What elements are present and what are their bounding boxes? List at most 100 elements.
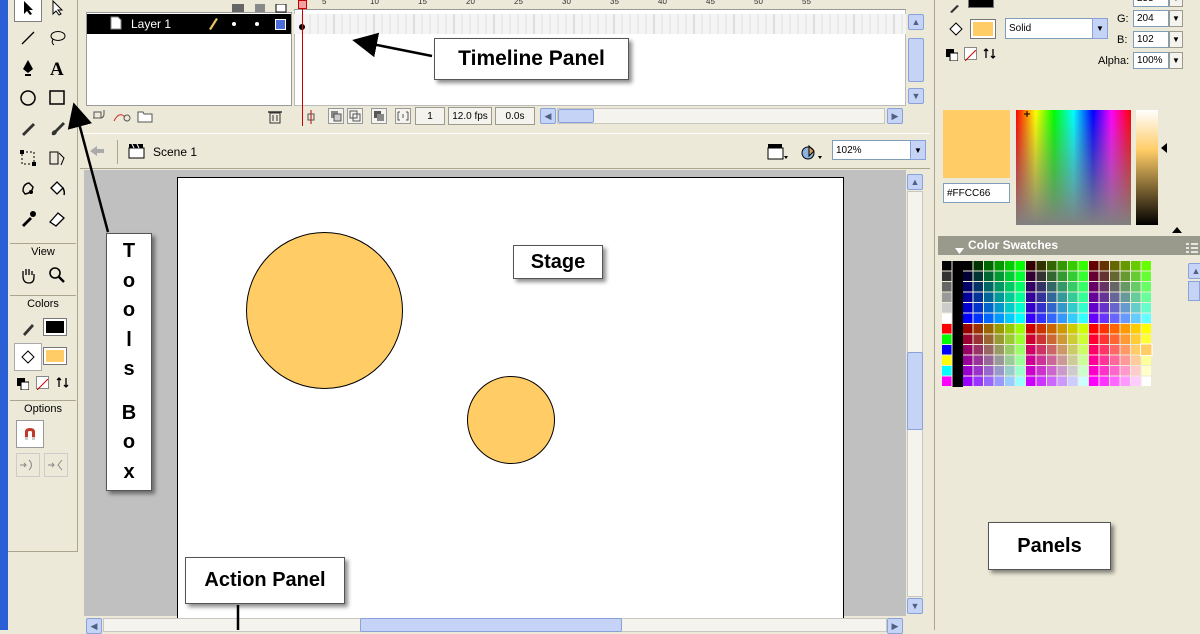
alpha-value-arrow[interactable]: ▼ [1169, 52, 1183, 69]
mixer-fill-swatch[interactable] [970, 19, 996, 39]
mixer-swap-colors-icon[interactable] [983, 47, 996, 60]
hex-color-field[interactable]: #FFCC66 [943, 183, 1010, 203]
panels-callout: Panels [988, 522, 1111, 570]
onion-skin-icon[interactable] [328, 108, 344, 124]
line-tool-icon[interactable] [14, 24, 42, 52]
stage-scroll-left[interactable]: ◀ [86, 618, 102, 634]
mixer-stroke-swatch[interactable] [968, 0, 994, 8]
fill-type-arrow[interactable]: ▼ [1092, 18, 1108, 39]
swatches-scroll-thumb[interactable] [1188, 281, 1200, 301]
tools-box-letter: x [123, 460, 135, 483]
smooth-option-icon[interactable] [16, 453, 40, 477]
left-window-edge [0, 0, 8, 630]
frame-rate-display[interactable]: 12.0 fps [448, 107, 492, 125]
ink-bottle-tool-icon[interactable] [14, 174, 42, 202]
timeline-hscroll-left[interactable]: ◀ [540, 108, 556, 124]
frame-ruler-label: 35 [610, 0, 619, 6]
current-frame-display: 1 [415, 107, 445, 125]
swatches-collapse-icon[interactable] [955, 242, 964, 254]
modify-markers-icon[interactable] [395, 108, 411, 124]
stroke-color-swatch[interactable] [43, 318, 67, 336]
no-color-icon[interactable] [36, 376, 49, 391]
center-frame-icon[interactable] [305, 110, 317, 124]
eraser-tool-icon[interactable] [43, 204, 71, 232]
insert-folder-icon[interactable] [137, 109, 153, 123]
timeline-hscroll-right[interactable]: ▶ [887, 108, 903, 124]
swatch-grid[interactable] [942, 261, 1167, 389]
large-circle-shape[interactable] [246, 232, 403, 389]
timeline-scroll-up[interactable]: ▲ [908, 14, 924, 30]
small-circle-shape[interactable] [467, 376, 555, 464]
red-value-field[interactable]: 255 [1133, 0, 1169, 7]
swatches-options-icon[interactable] [1186, 240, 1198, 253]
layer-outline-color[interactable] [275, 19, 286, 30]
fill-transform-tool-icon[interactable] [43, 144, 71, 172]
stage-scroll-right[interactable]: ▶ [887, 618, 903, 634]
brush-tool-icon[interactable] [43, 114, 71, 142]
rectangle-tool-icon[interactable] [43, 84, 71, 112]
arrow-tool-icon[interactable] [14, 0, 42, 22]
fill-color-swatch[interactable] [43, 347, 67, 365]
red-value-arrow[interactable]: ▼ [1169, 0, 1183, 7]
stage-vscroll-thumb[interactable] [907, 352, 923, 430]
brightness-slider[interactable] [1136, 110, 1158, 225]
mixer-no-color-icon[interactable] [964, 47, 977, 62]
lasso-tool-icon[interactable] [43, 24, 71, 52]
tools-box-letter: s [123, 357, 135, 380]
green-value-arrow[interactable]: ▼ [1169, 10, 1183, 27]
swatches-scroll-up[interactable]: ▲ [1188, 263, 1200, 279]
swatches-title: Color Swatches [968, 238, 1059, 252]
layer-visibility-dot[interactable] [232, 22, 236, 26]
blue-value-arrow[interactable]: ▼ [1169, 31, 1183, 48]
timeline-scrollbar-thumb[interactable] [908, 38, 924, 82]
layer-lock-dot[interactable] [255, 22, 259, 26]
hand-tool-icon[interactable] [14, 261, 42, 289]
eyedropper-tool-icon[interactable] [14, 204, 42, 232]
tools-box-letter: l [126, 328, 132, 351]
snap-magnet-icon[interactable] [16, 420, 44, 448]
brightness-marker[interactable] [1160, 140, 1168, 153]
layer-name[interactable]: Layer 1 [131, 17, 171, 31]
frame-ruler-label: 5 [322, 0, 327, 6]
back-arrow-icon[interactable] [88, 144, 106, 158]
playhead-line[interactable] [302, 0, 303, 126]
edit-multiple-frames-icon[interactable] [371, 108, 387, 124]
default-colors-icon[interactable] [17, 377, 30, 391]
zoom-level-field[interactable]: 102% [832, 140, 912, 160]
alpha-value-field[interactable]: 100% [1133, 52, 1169, 69]
fill-type-select[interactable]: Solid [1005, 18, 1099, 39]
playhead-marker[interactable] [298, 0, 307, 9]
straighten-option-icon[interactable] [44, 453, 68, 477]
subselect-tool-icon[interactable] [43, 0, 71, 22]
mixer-collapse-arrow[interactable] [1172, 221, 1182, 233]
timeline-scroll-down[interactable]: ▼ [908, 88, 924, 104]
pen-tool-icon[interactable] [14, 54, 42, 82]
swap-colors-icon[interactable] [56, 376, 69, 389]
oval-tool-icon[interactable] [14, 84, 42, 112]
delete-layer-icon[interactable] [268, 109, 282, 124]
stage-scroll-down[interactable]: ▼ [907, 598, 923, 614]
green-value-field[interactable]: 204 [1133, 10, 1169, 27]
timeline-hscroll-thumb[interactable] [558, 109, 594, 123]
timeline-hscroll-track[interactable] [557, 108, 885, 124]
add-motion-guide-icon[interactable] [113, 109, 131, 123]
blue-value-field[interactable]: 102 [1133, 31, 1169, 48]
text-tool-icon[interactable]: A [43, 54, 71, 82]
scene-name[interactable]: Scene 1 [153, 145, 197, 159]
free-transform-tool-icon[interactable] [14, 144, 42, 172]
mixer-default-colors-icon[interactable] [946, 48, 959, 62]
color-spectrum[interactable] [1016, 110, 1131, 225]
edit-scene-icon[interactable] [767, 142, 789, 162]
frame-ruler-label: 20 [466, 0, 475, 6]
onion-outline-icon[interactable] [347, 108, 363, 124]
stage-scroll-up[interactable]: ▲ [907, 174, 923, 190]
mixer-color-preview [943, 110, 1010, 178]
insert-layer-icon[interactable] [92, 109, 108, 123]
frame-grid [294, 14, 906, 34]
tools-box-letter: B [121, 401, 137, 424]
paint-bucket-tool-icon[interactable] [43, 174, 71, 202]
zoom-tool-icon[interactable] [43, 261, 71, 289]
zoom-dropdown-arrow[interactable]: ▼ [910, 140, 926, 160]
edit-symbols-icon[interactable] [800, 142, 824, 162]
pencil-tool-icon[interactable] [14, 114, 42, 142]
